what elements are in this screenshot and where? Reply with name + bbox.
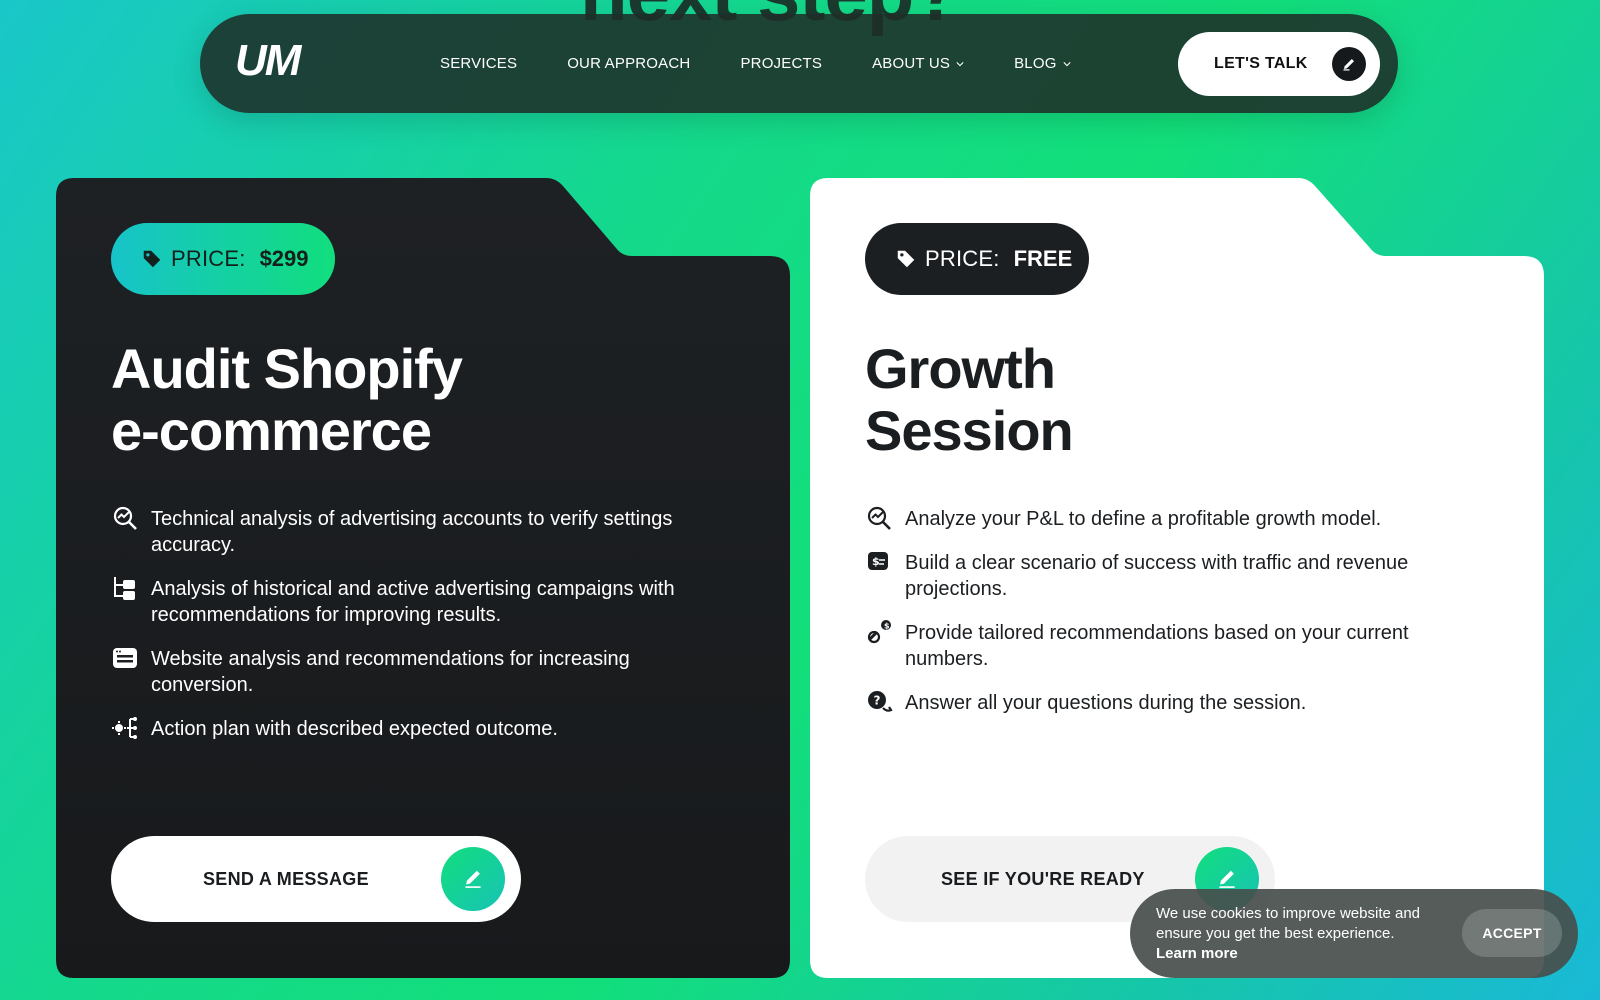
accept-cookies-button[interactable]: ACCEPT (1462, 909, 1562, 957)
list-item: Analyze your P&L to define a profitable … (865, 506, 1475, 532)
send-message-button[interactable]: SEND A MESSAGE (111, 836, 521, 922)
nav-link-services[interactable]: SERVICES (440, 55, 517, 72)
list-item: Technical analysis of advertising accoun… (111, 506, 721, 558)
lets-talk-button[interactable]: LET'S TALK (1178, 32, 1380, 96)
list-item: Action plan with described expected outc… (111, 716, 721, 742)
money-scenario-icon: $ (868, 552, 888, 570)
svg-text:?: ? (874, 694, 881, 708)
audit-card: PRICE: $299 Audit Shopify e-commerce Tec… (56, 178, 790, 978)
nav-link-about-us[interactable]: ABOUT US (872, 55, 964, 72)
nav-link-blog[interactable]: BLOG (1014, 55, 1071, 72)
pencil-icon (441, 847, 505, 911)
browser-window-icon (113, 648, 137, 668)
logo[interactable]: UM (235, 36, 301, 86)
top-navigation: UM SERVICES OUR APPROACH PROJECTS ABOUT … (200, 14, 1398, 113)
lets-talk-label: LET'S TALK (1214, 55, 1308, 72)
price-badge: PRICE: FREE (865, 223, 1089, 295)
chevron-down-icon (1062, 61, 1071, 66)
learn-more-link[interactable]: Learn more (1156, 944, 1238, 964)
feature-text: Analyze your P&L to define a profitable … (905, 508, 1382, 530)
cookie-banner: We use cookies to improve website and en… (1130, 889, 1578, 978)
nav-link-label: BLOG (1014, 55, 1057, 72)
question-chat-icon: ? (868, 691, 893, 712)
price-value: FREE (1013, 246, 1073, 271)
price-tag-icon (897, 250, 915, 268)
svg-text:$: $ (872, 555, 880, 568)
list-item: ? Answer all your questions during the s… (865, 690, 1475, 716)
list-item: $ Build a clear scenario of success with… (865, 550, 1475, 602)
feature-text: Build a clear scenario of success with t… (905, 552, 1409, 600)
feature-list: Analyze your P&L to define a profitable … (865, 506, 1475, 734)
price-badge: PRICE: $299 (111, 223, 335, 295)
card-title: Audit Shopify e-commerce (111, 337, 463, 462)
feature-text: Answer all your questions during the ses… (905, 692, 1307, 714)
price-label: PRICE: (925, 246, 1000, 271)
feature-text: Action plan with described expected outc… (151, 718, 558, 740)
card-title-line-1: Growth (865, 337, 1056, 400)
hierarchy-folders-icon (114, 577, 135, 600)
feature-list: Technical analysis of advertising accoun… (111, 506, 721, 760)
cta-label: SEND A MESSAGE (203, 868, 369, 889)
list-item: $ Provide tailored recommendations based… (865, 620, 1475, 672)
card-title-line-1: Audit Shopify (111, 337, 463, 400)
cta-label: SEE IF YOU'RE READY (941, 868, 1145, 889)
cookie-message: We use cookies to improve website and en… (1156, 904, 1456, 964)
card-title: Growth Session (865, 337, 1074, 462)
nav-links: SERVICES OUR APPROACH PROJECTS ABOUT US … (440, 14, 1121, 113)
growth-session-card: PRICE: FREE Growth Session Analyze your … (810, 178, 1544, 978)
nav-link-label: PROJECTS (740, 55, 823, 72)
price-tag-icon (143, 250, 161, 268)
price-label: PRICE: (171, 246, 246, 271)
nav-link-our-approach[interactable]: OUR APPROACH (567, 55, 690, 72)
cookie-text: We use cookies to improve website and en… (1156, 905, 1421, 942)
pencil-icon (1332, 47, 1366, 81)
nav-link-label: OUR APPROACH (567, 55, 691, 72)
card-title-line-2: Session (865, 399, 1074, 462)
list-item: Analysis of historical and active advert… (111, 576, 721, 628)
analysis-magnifier-icon (113, 506, 137, 530)
price-value: $299 (259, 246, 309, 271)
feature-text: Provide tailored recommendations based o… (905, 622, 1409, 670)
svg-text:$: $ (884, 622, 890, 631)
nav-link-label: SERVICES (440, 55, 518, 72)
card-title-line-2: e-commerce (111, 399, 432, 462)
chevron-down-icon (956, 61, 964, 66)
nav-link-label: ABOUT US (872, 55, 951, 72)
nav-link-projects[interactable]: PROJECTS (740, 55, 822, 72)
action-plan-gear-icon (112, 717, 137, 739)
recommendation-icon: $ (867, 620, 891, 644)
analysis-magnifier-icon (867, 506, 891, 530)
feature-text: Technical analysis of advertising accoun… (151, 508, 673, 556)
feature-text: Analysis of historical and active advert… (151, 578, 675, 626)
feature-text: Website analysis and recommendations for… (151, 648, 630, 696)
list-item: Website analysis and recommendations for… (111, 646, 721, 698)
